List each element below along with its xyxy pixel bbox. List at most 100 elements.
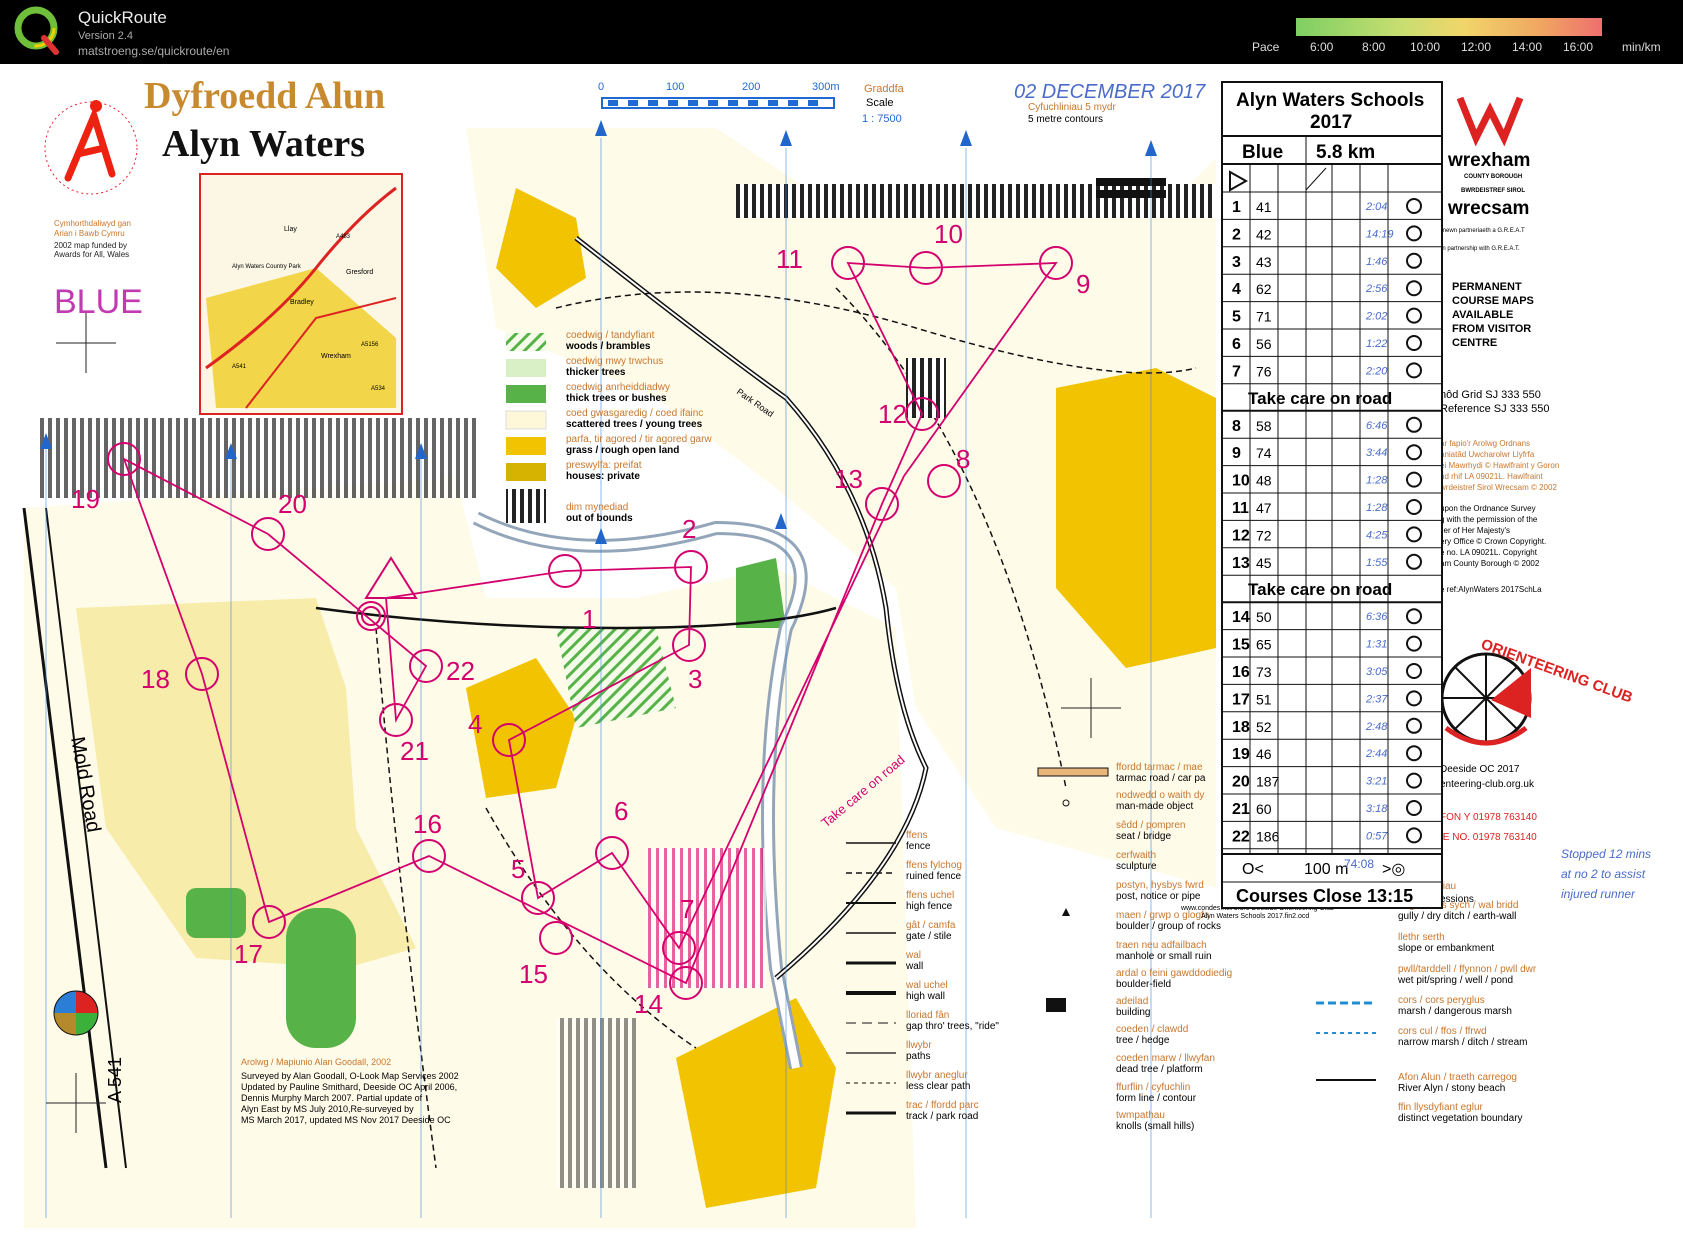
- svg-text:wrecsam: wrecsam: [1447, 198, 1529, 219]
- svg-text:parfa, tir agored / tir agored: parfa, tir agored / tir agored garw: [566, 434, 712, 445]
- svg-text:Alyn Waters Country Park: Alyn Waters Country Park: [232, 264, 302, 270]
- pace-tick: 10:00: [1410, 40, 1441, 54]
- svg-text:pwll/tarddell / ffynnon / pwll: pwll/tarddell / ffynnon / pwll dwr: [1398, 964, 1537, 975]
- control-number: 15: [519, 959, 548, 989]
- svg-text:River Alyn / stony beach: River Alyn / stony beach: [1398, 1083, 1505, 1094]
- svg-text:g with the permission of the: g with the permission of the: [1440, 515, 1538, 524]
- svg-text:scattered trees / young trees: scattered trees / young trees: [566, 419, 703, 430]
- split-time: 2:37: [1365, 693, 1388, 705]
- svg-text:Cymhorthdaliwyd gan: Cymhorthdaliwyd gan: [54, 219, 131, 228]
- thick-trees: [186, 888, 246, 938]
- svg-text:Bradley: Bradley: [290, 299, 314, 306]
- map-canvas[interactable]: 1 2 3 4 5 6 7 8 9 10 11 12 13 14 15 16 1…: [16, 68, 1664, 1228]
- control-number: 11: [776, 244, 803, 274]
- control-number: 14: [634, 989, 663, 1019]
- control-seq: 2: [1232, 226, 1241, 243]
- split-time: 2:48: [1365, 721, 1388, 733]
- section-note: Take care on road: [1248, 580, 1392, 599]
- control-code: 52: [1256, 719, 1272, 735]
- a541-label: A 541: [105, 1057, 125, 1103]
- contours-note: 5 metre contours: [1028, 114, 1103, 125]
- svg-text:in partnership with G.R.E.A.T.: in partnership with G.R.E.A.T.: [1441, 246, 1520, 252]
- building: [1096, 178, 1166, 186]
- split-time: 0:57: [1366, 830, 1388, 842]
- control-seq: 6: [1232, 336, 1241, 353]
- control-seq: 21: [1232, 801, 1250, 818]
- app-url-link[interactable]: matstroeng.se/quickroute/en: [78, 44, 229, 58]
- control-seq: 13: [1232, 555, 1250, 572]
- control-number: 6: [614, 796, 628, 826]
- svg-text:Awards for All, Wales: Awards for All, Wales: [54, 250, 129, 259]
- svg-text:MS March 2017, updated MS Nov: MS March 2017, updated MS Nov 2017 Deesi…: [241, 1115, 451, 1125]
- svg-text:Updated by Pauline Smithard, D: Updated by Pauline Smithard, Deeside OC …: [241, 1082, 457, 1092]
- control-number: 13: [834, 464, 863, 494]
- split-time: 14:19: [1366, 228, 1394, 240]
- svg-text:74:08: 74:08: [1344, 857, 1374, 871]
- finish-symbol-icon: O<: [1242, 861, 1264, 878]
- scale-value: 1 : 7500: [862, 113, 902, 125]
- svg-text:ei Mawrhydi © Hawlfraint y Gor: ei Mawrhydi © Hawlfraint y Goron: [1440, 461, 1559, 470]
- svg-text:lloriad fân: lloriad fân: [906, 1010, 949, 1021]
- split-time: 6:46: [1366, 420, 1388, 432]
- building: [1096, 190, 1166, 198]
- course-colour-disc-icon: [53, 990, 99, 1036]
- control-code: 41: [1256, 199, 1272, 215]
- svg-text:ffordd tarmac / mae: ffordd tarmac / mae: [1116, 762, 1203, 773]
- svg-text:CENTRE: CENTRE: [1452, 337, 1497, 349]
- control-code: 50: [1256, 609, 1272, 625]
- svg-text:A534: A534: [371, 386, 386, 392]
- split-time: 1:55: [1366, 557, 1388, 569]
- svg-text:COURSE MAPS: COURSE MAPS: [1452, 295, 1534, 307]
- svg-text:preswylfa: preifat: preswylfa: preifat: [566, 460, 642, 471]
- control-number: 9: [1076, 269, 1090, 299]
- control-seq: 12: [1232, 527, 1250, 544]
- svg-text:200: 200: [742, 81, 760, 93]
- handwritten-date: 02 DECEMBER 2017: [1014, 81, 1206, 103]
- control-seq: 14: [1232, 609, 1250, 626]
- control-code: 73: [1256, 664, 1272, 680]
- svg-text:e no. LA 09021L. Copyright: e no. LA 09021L. Copyright: [1440, 548, 1538, 557]
- svg-text:cors cul / ffos / ffrwd: cors cul / ffos / ffrwd: [1398, 1026, 1487, 1037]
- svg-text:nd rhif LA 09021L. Hawlfraint: nd rhif LA 09021L. Hawlfraint: [1440, 472, 1544, 481]
- control-seq: 7: [1232, 363, 1241, 380]
- control-code: 65: [1256, 637, 1272, 653]
- control-code: 43: [1256, 254, 1272, 270]
- svg-text:twmpathau: twmpathau: [1116, 1110, 1165, 1121]
- control-code: 187: [1256, 774, 1280, 790]
- control-number: 10: [934, 219, 963, 249]
- app-header: QuickRoute Version 2.4 matstroeng.se/qui…: [0, 0, 1683, 64]
- svg-text:cors / cors peryglus: cors / cors peryglus: [1398, 995, 1485, 1006]
- svg-text:Arolwg / Mapiunio Alan Goodall: Arolwg / Mapiunio Alan Goodall, 2002: [241, 1057, 391, 1067]
- control-seq: 17: [1232, 691, 1250, 708]
- svg-text:post, notice or pipe: post, notice or pipe: [1116, 891, 1201, 902]
- svg-text:marsh / dangerous marsh: marsh / dangerous marsh: [1398, 1006, 1512, 1017]
- split-time: 4:25: [1366, 529, 1388, 541]
- svg-text:at no 2 to assist: at no 2 to assist: [1561, 867, 1646, 881]
- app-version: Version 2.4: [78, 30, 134, 42]
- svg-text:5.8 km: 5.8 km: [1316, 142, 1375, 163]
- thick-trees: [286, 908, 356, 1048]
- control-number: 22: [446, 656, 475, 686]
- svg-text:sculpture: sculpture: [1116, 861, 1157, 872]
- control-number: 17: [234, 939, 263, 969]
- condes-file: Alyn Waters Schools 2017.fin2.ocd: [1201, 913, 1309, 920]
- svg-text:Stopped 12 mins: Stopped 12 mins: [1561, 847, 1651, 861]
- svg-text:houses: private: houses: private: [566, 471, 640, 482]
- svg-text:knolls (small hills): knolls (small hills): [1116, 1121, 1194, 1132]
- svg-text:ffens uchel: ffens uchel: [906, 890, 954, 901]
- control-seq: 1: [1232, 199, 1241, 216]
- svg-text:coedwig anrheiddiadwy: coedwig anrheiddiadwy: [566, 382, 670, 393]
- svg-text:wall: wall: [905, 961, 923, 972]
- control-seq: 3: [1232, 254, 1241, 271]
- control-code: 58: [1256, 418, 1272, 434]
- svg-text:wal uchel: wal uchel: [905, 980, 948, 991]
- control-seq: 11: [1232, 500, 1249, 517]
- svg-text:A541: A541: [232, 364, 247, 370]
- split-time: 2:56: [1365, 283, 1388, 295]
- svg-text:Gresford: Gresford: [346, 269, 373, 276]
- svg-text:ffurflin / cyfuchlin: ffurflin / cyfuchlin: [1116, 1082, 1190, 1093]
- svg-text:PERMANENT: PERMANENT: [1452, 281, 1522, 293]
- pace-unit: min/km: [1622, 40, 1661, 54]
- svg-text:A483: A483: [336, 234, 351, 240]
- orienteering-map[interactable]: 1 2 3 4 5 6 7 8 9 10 11 12 13 14 15 16 1…: [16, 68, 1664, 1228]
